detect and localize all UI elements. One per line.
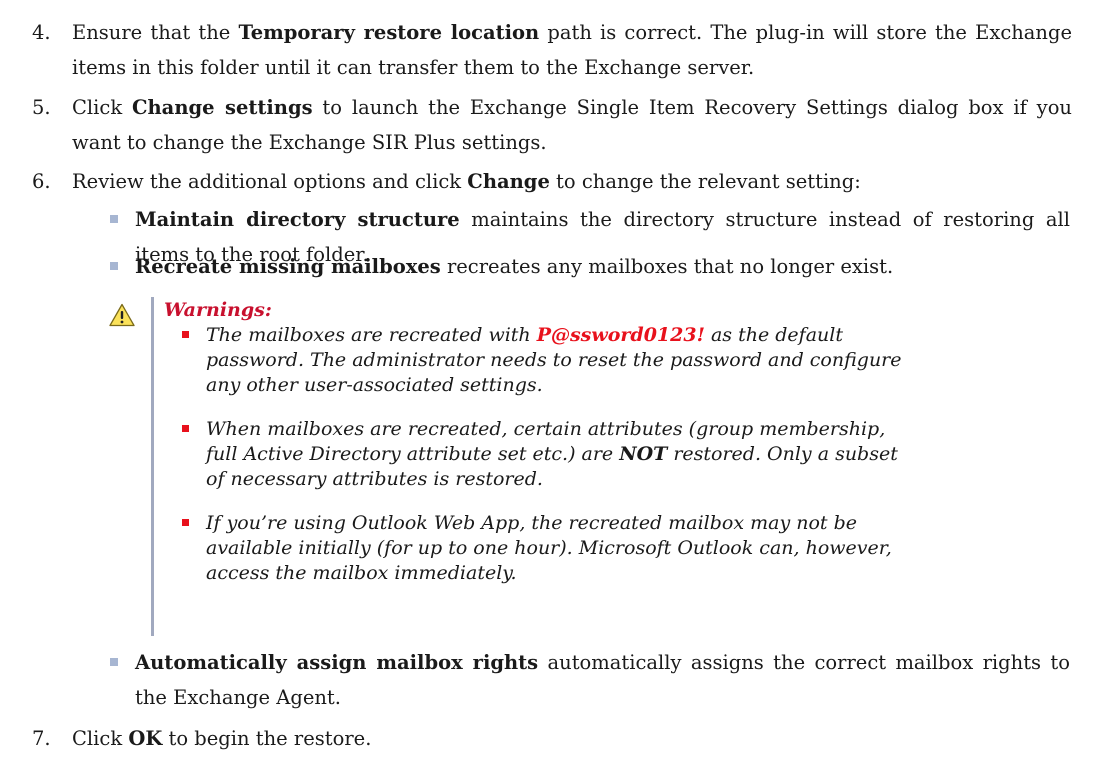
option-recreate-missing-mailboxes: Recreate missing mailboxes recreates any… <box>110 249 1070 284</box>
step-text: Review the additional options and click <box>72 170 468 193</box>
step-number: 5. <box>32 96 51 119</box>
default-password: P@ssword0123! <box>536 324 705 346</box>
bullet-icon <box>182 331 189 338</box>
step-5: 5. Click Change settings to launch the E… <box>32 90 1072 160</box>
step-text: to begin the restore. <box>162 727 372 750</box>
option-automatically-assign-mailbox-rights: Automatically assign mailbox rights auto… <box>110 645 1070 715</box>
warning-triangle-icon <box>109 303 135 327</box>
step-7: 7. Click OK to begin the restore. <box>32 721 1072 756</box>
step-text: to change the relevant setting: <box>549 170 861 193</box>
ui-term: Change <box>467 170 550 193</box>
option-description: recreates any mailboxes that no longer e… <box>440 255 894 278</box>
bullet-icon <box>110 215 118 223</box>
option-name: Recreate missing mailboxes <box>135 255 441 278</box>
warning-item-attributes: When mailboxes are recreated, certain at… <box>182 417 922 492</box>
bullet-icon <box>110 262 118 270</box>
ui-term: OK <box>128 727 163 750</box>
ui-term: Temporary restore location <box>238 21 540 44</box>
bullet-icon <box>182 425 189 432</box>
warning-item-default-password: The mailboxes are recreated with P@sswor… <box>182 323 922 398</box>
step-text: Ensure that the <box>72 21 239 44</box>
emphasis-not: NOT <box>619 443 668 465</box>
step-number: 4. <box>32 21 51 44</box>
ui-term: Change settings <box>131 96 313 119</box>
bullet-icon <box>110 658 118 666</box>
step-text: Click <box>72 96 132 119</box>
step-number: 6. <box>32 170 51 193</box>
warning-bar <box>151 297 154 636</box>
step-number: 7. <box>32 727 51 750</box>
warning-title: Warnings: <box>164 299 272 321</box>
step-text: Click <box>72 727 129 750</box>
bullet-icon <box>182 519 189 526</box>
step-6: 6. Review the additional options and cli… <box>32 164 1072 199</box>
warning-text: The mailboxes are recreated with <box>206 324 537 346</box>
step-4: 4. Ensure that the Temporary restore loc… <box>32 15 1072 85</box>
warning-item-outlook-web-app: If you’re using Outlook Web App, the rec… <box>182 511 922 586</box>
option-name: Maintain directory structure <box>135 208 460 231</box>
option-name: Automatically assign mailbox rights <box>135 651 539 674</box>
warning-text: If you’re using Outlook Web App, the rec… <box>206 512 892 584</box>
